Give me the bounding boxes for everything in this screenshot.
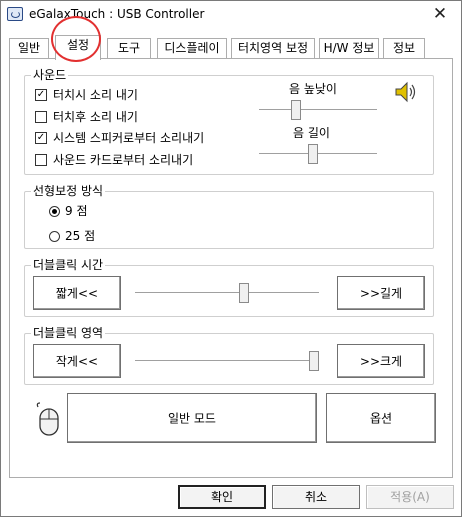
smaller-button[interactable]: 작게<< <box>33 344 121 378</box>
linearization-legend: 선형보정 방식 <box>31 184 106 198</box>
radio-label: 25 점 <box>65 229 96 243</box>
tab-display[interactable]: 디스플레이 <box>157 38 227 59</box>
double-click-area-group: 더블클릭 영역 작게<< >>크게 <box>24 326 434 385</box>
longer-button[interactable]: >>길게 <box>337 276 425 310</box>
volume-slider[interactable] <box>259 100 377 120</box>
checkbox[interactable]: ✓ <box>35 132 47 144</box>
button-label: 짧게<< <box>55 286 99 301</box>
apply-button[interactable]: 적용(A) <box>366 485 454 509</box>
option-label: 시스템 스피커로부터 소리내기 <box>53 131 205 145</box>
tab-settings[interactable]: 설정 <box>55 35 101 60</box>
slider-thumb[interactable] <box>239 283 249 303</box>
general-mode-button[interactable]: 일반 모드 <box>67 393 317 443</box>
ok-button[interactable]: 확인 <box>178 485 266 509</box>
button-label: 옵션 <box>369 411 393 426</box>
slider-thumb[interactable] <box>291 100 301 120</box>
window-title: eGalaxTouch : USB Controller <box>29 7 205 21</box>
larger-button[interactable]: >>크게 <box>337 344 425 378</box>
tab-about[interactable]: 정보 <box>383 38 425 59</box>
mouse-icon <box>36 402 59 436</box>
slider-thumb[interactable] <box>308 144 318 164</box>
options-button[interactable]: 옵션 <box>326 393 436 443</box>
settings-panel: 사운드 ✓ 터치시 소리 내기 터치후 소리 내기 ✓ 시스템 스피커로부터 소… <box>9 58 453 478</box>
slider-track <box>135 360 319 362</box>
slider-track <box>259 153 377 155</box>
cancel-button[interactable]: 취소 <box>272 485 360 509</box>
controller-window: eGalaxTouch : USB Controller ✕ 일반 설정 도구 … <box>0 0 462 517</box>
checkmark-icon: ✓ <box>36 132 46 143</box>
tab-edge-compensation[interactable]: 터치영역 보정 <box>231 38 315 59</box>
checkmark-icon: ✓ <box>36 89 46 100</box>
sound-legend: 사운드 <box>31 68 69 82</box>
checkbox[interactable] <box>35 111 47 123</box>
radio-label: 9 점 <box>65 204 88 218</box>
length-slider[interactable] <box>259 144 377 164</box>
double-click-area-legend: 더블클릭 영역 <box>31 326 106 340</box>
radio-button[interactable] <box>49 231 60 242</box>
button-label: >>크게 <box>359 354 403 369</box>
button-label: 일반 모드 <box>168 411 216 426</box>
slider-track <box>135 292 319 294</box>
checkbox[interactable]: ✓ <box>35 89 47 101</box>
speaker-icon <box>395 81 416 103</box>
slider-track <box>259 109 377 111</box>
tab-hw-info[interactable]: H/W 정보 <box>319 38 379 59</box>
tab-tools[interactable]: 도구 <box>107 38 151 59</box>
radio-button[interactable] <box>49 206 60 217</box>
slider-thumb[interactable] <box>309 351 319 371</box>
linearization-group: 선형보정 방식 9 점 25 점 <box>24 184 434 249</box>
length-label: 음 길이 <box>293 126 330 140</box>
double-click-area-slider[interactable] <box>135 351 319 371</box>
option-label: 사운드 카드로부터 소리내기 <box>53 153 194 167</box>
tab-strip: 일반 설정 도구 디스플레이 터치영역 보정 H/W 정보 정보 <box>9 35 449 60</box>
sound-group: 사운드 ✓ 터치시 소리 내기 터치후 소리 내기 ✓ 시스템 스피커로부터 소… <box>24 68 434 175</box>
option-label: 터치후 소리 내기 <box>53 110 138 124</box>
shorter-button[interactable]: 짧게<< <box>33 276 121 310</box>
button-label: 작게<< <box>55 354 99 369</box>
close-button[interactable]: ✕ <box>427 3 453 25</box>
double-click-time-slider[interactable] <box>135 283 319 303</box>
tab-general[interactable]: 일반 <box>9 38 49 59</box>
usb-controller-icon <box>7 7 23 21</box>
title-bar: eGalaxTouch : USB Controller ✕ <box>1 1 461 29</box>
button-label: >>길게 <box>359 286 403 301</box>
double-click-time-group: 더블클릭 시간 짧게<< >>길게 <box>24 258 434 317</box>
checkbox[interactable] <box>35 154 47 166</box>
option-label: 터치시 소리 내기 <box>53 88 138 102</box>
double-click-time-legend: 더블클릭 시간 <box>31 258 106 272</box>
volume-label: 음 높낮이 <box>289 82 337 96</box>
